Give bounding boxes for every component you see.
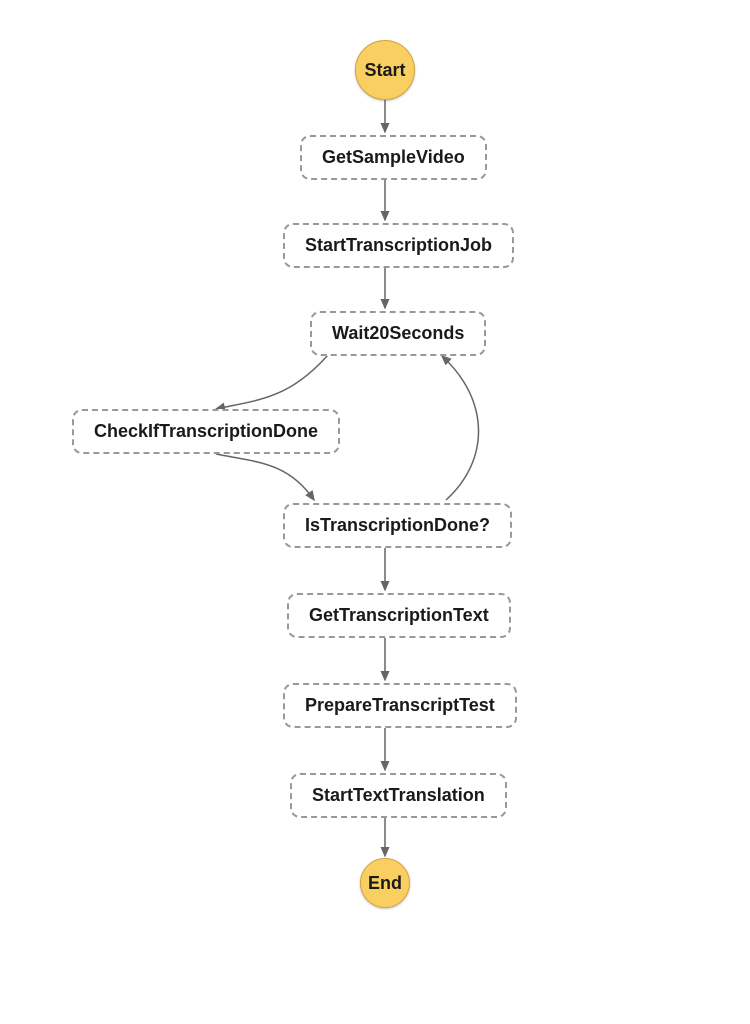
step-get-sample-video: GetSampleVideo: [300, 135, 487, 180]
step-label: CheckIfTranscriptionDone: [94, 421, 318, 441]
step-prepare-transcript-test: PrepareTranscriptTest: [283, 683, 517, 728]
step-label: GetSampleVideo: [322, 147, 465, 167]
step-label: StartTranscriptionJob: [305, 235, 492, 255]
step-label: Wait20Seconds: [332, 323, 464, 343]
step-label: GetTranscriptionText: [309, 605, 489, 625]
step-start-text-translation: StartTextTranslation: [290, 773, 507, 818]
state-machine-diagram: Start GetSampleVideo StartTranscriptionJ…: [0, 0, 750, 1024]
step-label: PrepareTranscriptTest: [305, 695, 495, 715]
step-start-transcription-job: StartTranscriptionJob: [283, 223, 514, 268]
step-label: StartTextTranslation: [312, 785, 485, 805]
step-check-if-transcription-done: CheckIfTranscriptionDone: [72, 409, 340, 454]
start-label: Start: [364, 60, 405, 81]
step-get-transcription-text: GetTranscriptionText: [287, 593, 511, 638]
start-node: Start: [355, 40, 415, 100]
step-label: IsTranscriptionDone?: [305, 515, 490, 535]
step-wait-20-seconds: Wait20Seconds: [310, 311, 486, 356]
end-node: End: [360, 858, 410, 908]
step-is-transcription-done: IsTranscriptionDone?: [283, 503, 512, 548]
end-label: End: [368, 873, 402, 894]
